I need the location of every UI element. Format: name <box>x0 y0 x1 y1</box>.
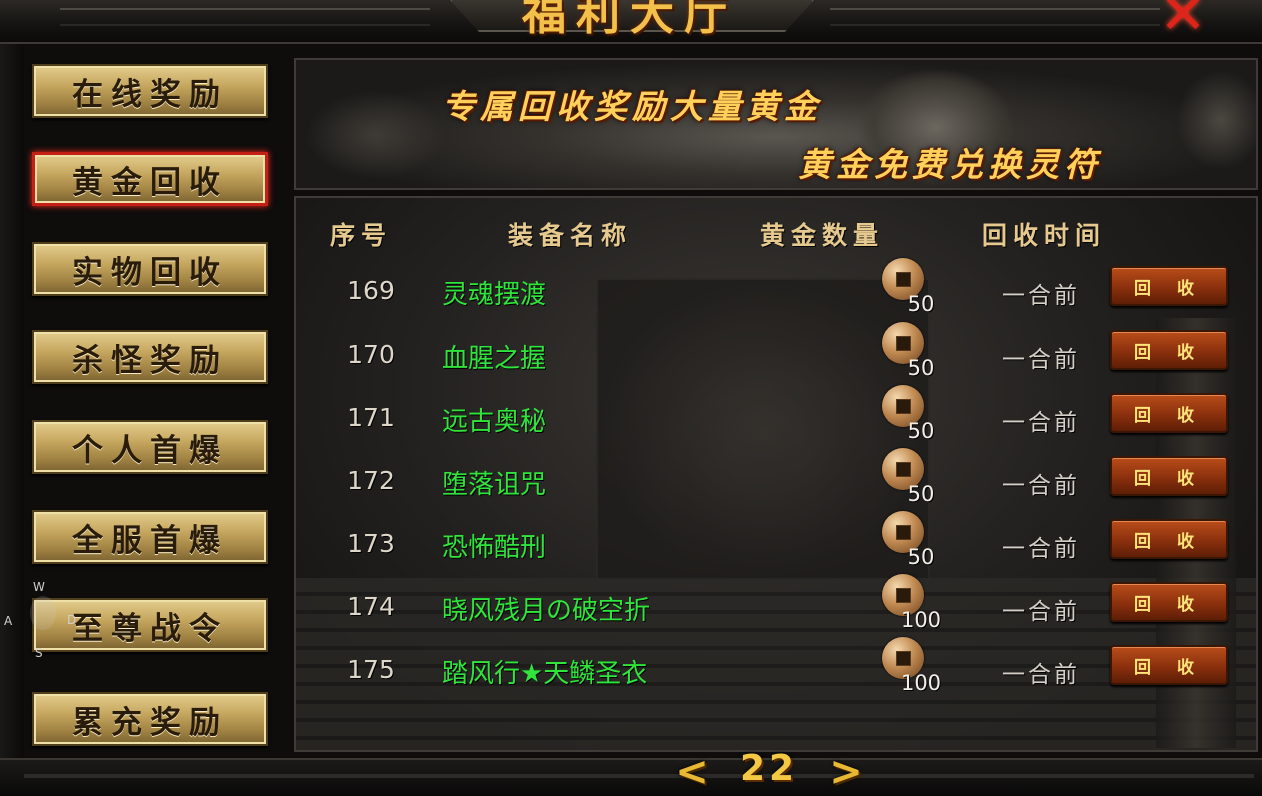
recycle-time: 一合前 <box>1002 473 1080 499</box>
gold-amount: 50 <box>907 356 935 380</box>
bottom-bar <box>0 758 1262 796</box>
joystick-pad[interactable] <box>30 596 56 630</box>
promo-banner: 专属回收奖励大量黄金 黄金免费兑换灵符 <box>294 58 1258 190</box>
banner-decoration <box>306 90 446 180</box>
window-title: 福利大厅 <box>522 0 738 40</box>
recycle-button[interactable]: 回 收 <box>1110 456 1228 496</box>
page-number: 22 <box>739 748 799 789</box>
equipment-name: 晓风残月の破空折 <box>442 596 651 626</box>
title-bar: 福利大厅 ✕ <box>0 0 1262 44</box>
recycle-time: 一合前 <box>1002 536 1080 562</box>
title-ornament-right <box>830 8 1160 26</box>
recycle-table: 序号 装备名称 黄金数量 回收时间 169 灵魂摆渡 50 一合前 回 收 17… <box>294 196 1258 752</box>
bottom-trim <box>24 774 1254 778</box>
row-num: 172 <box>347 466 395 495</box>
sidebar-item-online-reward[interactable]: 在线奖励 <box>32 64 268 118</box>
row-num: 171 <box>347 403 395 432</box>
recycle-time: 一合前 <box>1002 410 1080 436</box>
equipment-name: 堕落诅咒 <box>442 470 547 500</box>
sidebar-item-gold-recycle[interactable]: 黄金回收 <box>32 152 268 206</box>
equipment-name: 远古奥秘 <box>442 407 547 437</box>
row-num: 175 <box>347 655 395 684</box>
recycle-button[interactable]: 回 收 <box>1110 519 1228 559</box>
banner-subheadline: 黄金免费兑换灵符 <box>798 145 1102 184</box>
sidebar-item-kill-reward[interactable]: 杀怪奖励 <box>32 330 268 384</box>
gold-amount: 100 <box>900 671 942 695</box>
prev-page-arrow-icon[interactable]: < <box>664 752 720 792</box>
table-row: 174 晓风残月の破空折 100 一合前 回 收 <box>296 574 1256 642</box>
row-num: 174 <box>347 592 395 621</box>
key-s-label: S <box>35 646 43 660</box>
banner-headline: 专属回收奖励大量黄金 <box>442 87 822 126</box>
header-gold: 黄金数量 <box>760 221 885 250</box>
table-row: 173 恐怖酷刑 50 一合前 回 收 <box>296 511 1256 579</box>
recycle-button[interactable]: 回 收 <box>1110 582 1228 622</box>
recycle-time: 一合前 <box>1002 347 1080 373</box>
row-num: 169 <box>347 276 395 305</box>
sidebar-item-server-first-drop[interactable]: 全服首爆 <box>32 510 268 564</box>
recycle-time: 一合前 <box>1002 599 1080 625</box>
recycle-button[interactable]: 回 收 <box>1110 330 1228 370</box>
key-a-label: A <box>4 614 13 628</box>
table-row: 171 远古奥秘 50 一合前 回 收 <box>296 385 1256 453</box>
key-d-label: D <box>67 613 77 627</box>
sidebar-item-personal-first-drop[interactable]: 个人首爆 <box>32 420 268 474</box>
gold-amount: 50 <box>907 292 935 316</box>
gold-amount: 50 <box>907 482 935 506</box>
sidebar-item-physical-recycle[interactable]: 实物回收 <box>32 242 268 296</box>
row-num: 170 <box>347 340 395 369</box>
recycle-button[interactable]: 回 收 <box>1110 266 1228 306</box>
gold-amount: 50 <box>907 545 935 569</box>
next-page-arrow-icon[interactable]: > <box>818 752 874 792</box>
key-w-label: W <box>33 580 45 594</box>
gold-amount: 100 <box>900 608 942 632</box>
recycle-button[interactable]: 回 收 <box>1110 645 1228 685</box>
recycle-time: 一合前 <box>1002 662 1080 688</box>
row-num: 173 <box>347 529 395 558</box>
table-row: 169 灵魂摆渡 50 一合前 回 收 <box>296 258 1256 326</box>
equipment-name: 血腥之握 <box>442 344 547 374</box>
gold-amount: 50 <box>907 419 935 443</box>
equipment-name: 恐怖酷刑 <box>442 533 547 563</box>
header-name: 装备名称 <box>508 221 633 250</box>
header-num: 序号 <box>330 221 393 250</box>
table-row: 170 血腥之握 50 一合前 回 收 <box>296 322 1256 390</box>
recycle-time: 一合前 <box>1002 283 1080 309</box>
banner-decoration <box>1176 70 1256 170</box>
movement-joystick[interactable]: W A S D <box>0 580 80 660</box>
table-row: 175 踏风行★天鳞圣衣 100 一合前 回 收 <box>296 637 1256 705</box>
recycle-button[interactable]: 回 收 <box>1110 393 1228 433</box>
close-icon[interactable]: ✕ <box>1138 0 1228 43</box>
header-time: 回收时间 <box>982 221 1107 250</box>
title-ornament-left <box>60 8 430 26</box>
sidebar-item-recharge-reward[interactable]: 累充奖励 <box>32 692 268 746</box>
table-row: 172 堕落诅咒 50 一合前 回 收 <box>296 448 1256 516</box>
equipment-name: 灵魂摆渡 <box>442 280 547 310</box>
equipment-name: 踏风行★天鳞圣衣 <box>442 659 648 689</box>
